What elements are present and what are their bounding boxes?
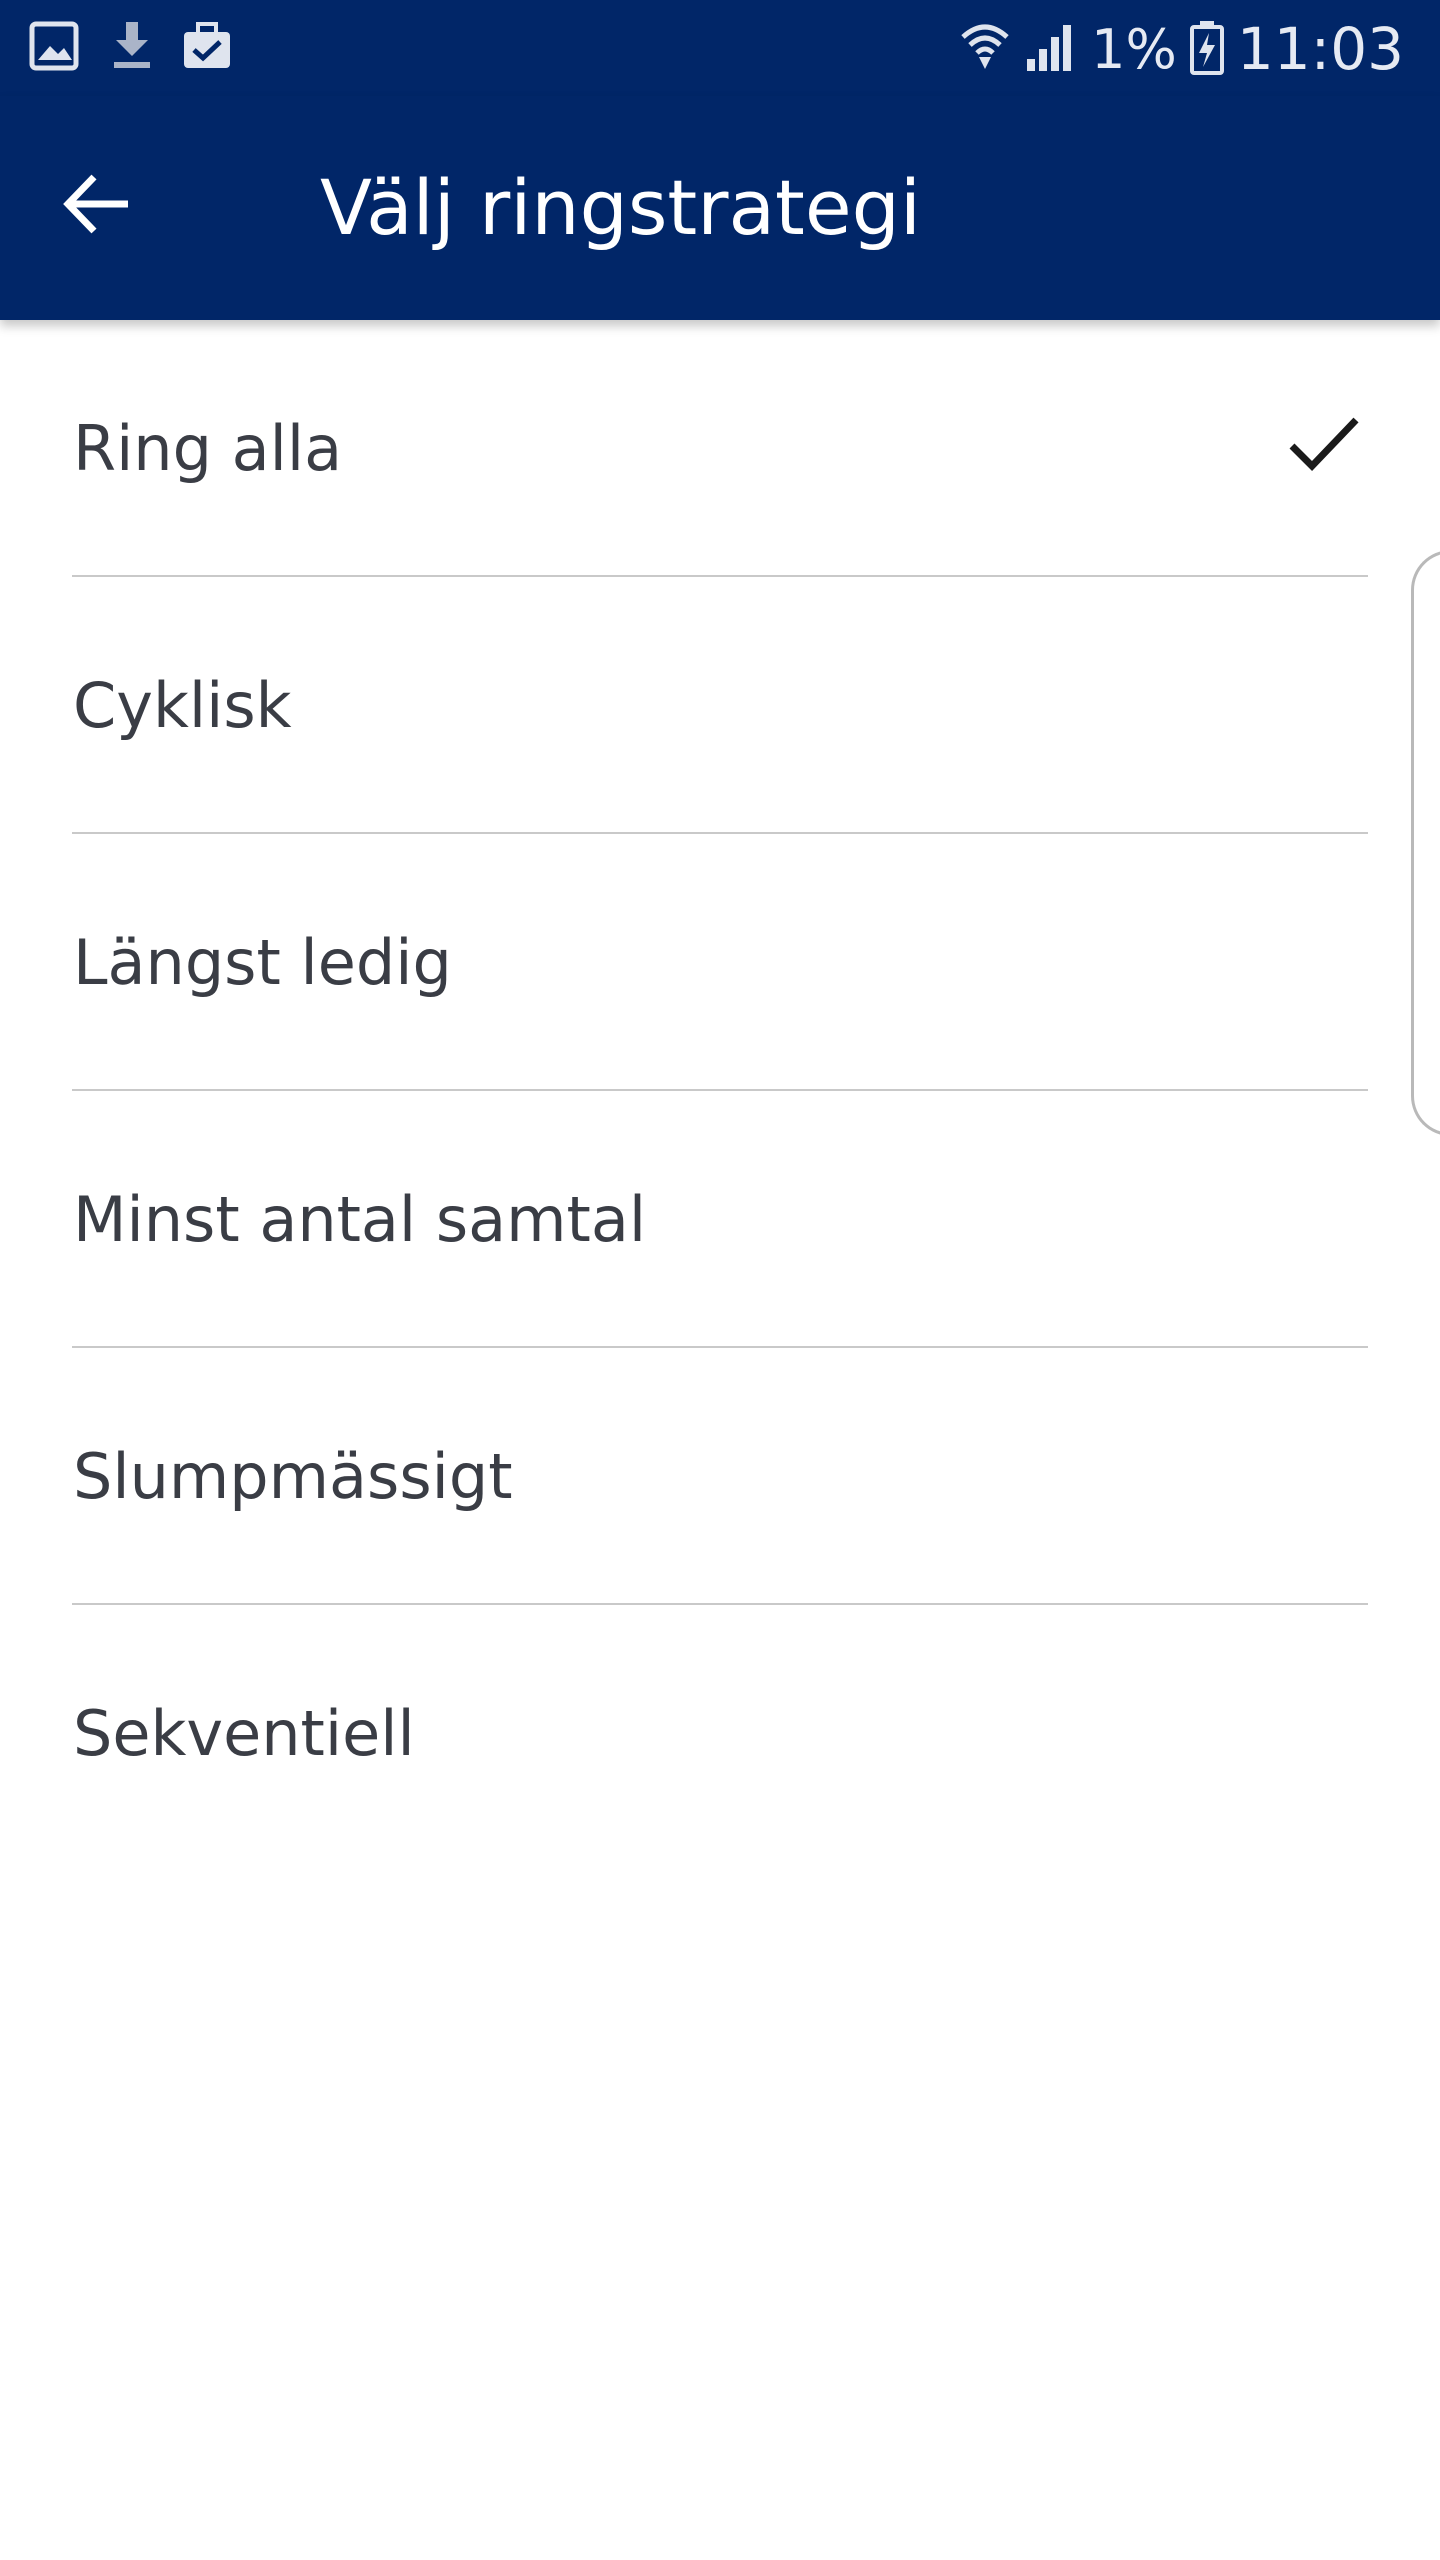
page-title: Välj ringstrategi <box>320 163 921 252</box>
battery-percent: 1% <box>1091 17 1177 81</box>
strategy-sekventiell[interactable]: Sekventiell <box>0 1605 1440 1862</box>
status-bar: 1% 11:03 <box>0 0 1440 96</box>
strategy-slumpmassigt[interactable]: Slumpmässigt <box>0 1348 1440 1605</box>
battery-charging-icon <box>1189 19 1225 80</box>
strategy-label: Cyklisk <box>73 669 292 742</box>
signal-icon <box>1023 19 1079 80</box>
strategy-label: Längst ledig <box>73 926 452 999</box>
app-bar: Välj ringstrategi <box>0 96 1440 320</box>
strategy-cyklisk[interactable]: Cyklisk <box>0 577 1440 834</box>
strategy-label: Sekventiell <box>73 1697 415 1770</box>
clock: 11:03 <box>1236 15 1404 83</box>
arrow-left-icon <box>60 167 134 246</box>
ring-strategy-list: Ring alla Cyklisk Längst ledig Minst ant… <box>0 320 1440 1862</box>
strategy-ring-alla[interactable]: Ring alla <box>0 320 1440 577</box>
briefcase-check-icon <box>180 18 236 74</box>
download-icon <box>106 18 158 74</box>
strategy-label: Minst antal samtal <box>73 1183 647 1256</box>
strategy-label: Ring alla <box>73 412 343 485</box>
edge-panel-handle[interactable] <box>1411 550 1440 1136</box>
gallery-icon <box>28 18 84 74</box>
system-status: 1% 11:03 <box>959 14 1404 84</box>
checkmark-icon <box>1288 414 1360 474</box>
strategy-minst-antal-samtal[interactable]: Minst antal samtal <box>0 1091 1440 1348</box>
notification-icons <box>28 18 236 74</box>
back-button[interactable] <box>60 156 180 256</box>
strategy-label: Slumpmässigt <box>73 1440 513 1513</box>
wifi-icon <box>959 19 1011 80</box>
strategy-langst-ledig[interactable]: Längst ledig <box>0 834 1440 1091</box>
